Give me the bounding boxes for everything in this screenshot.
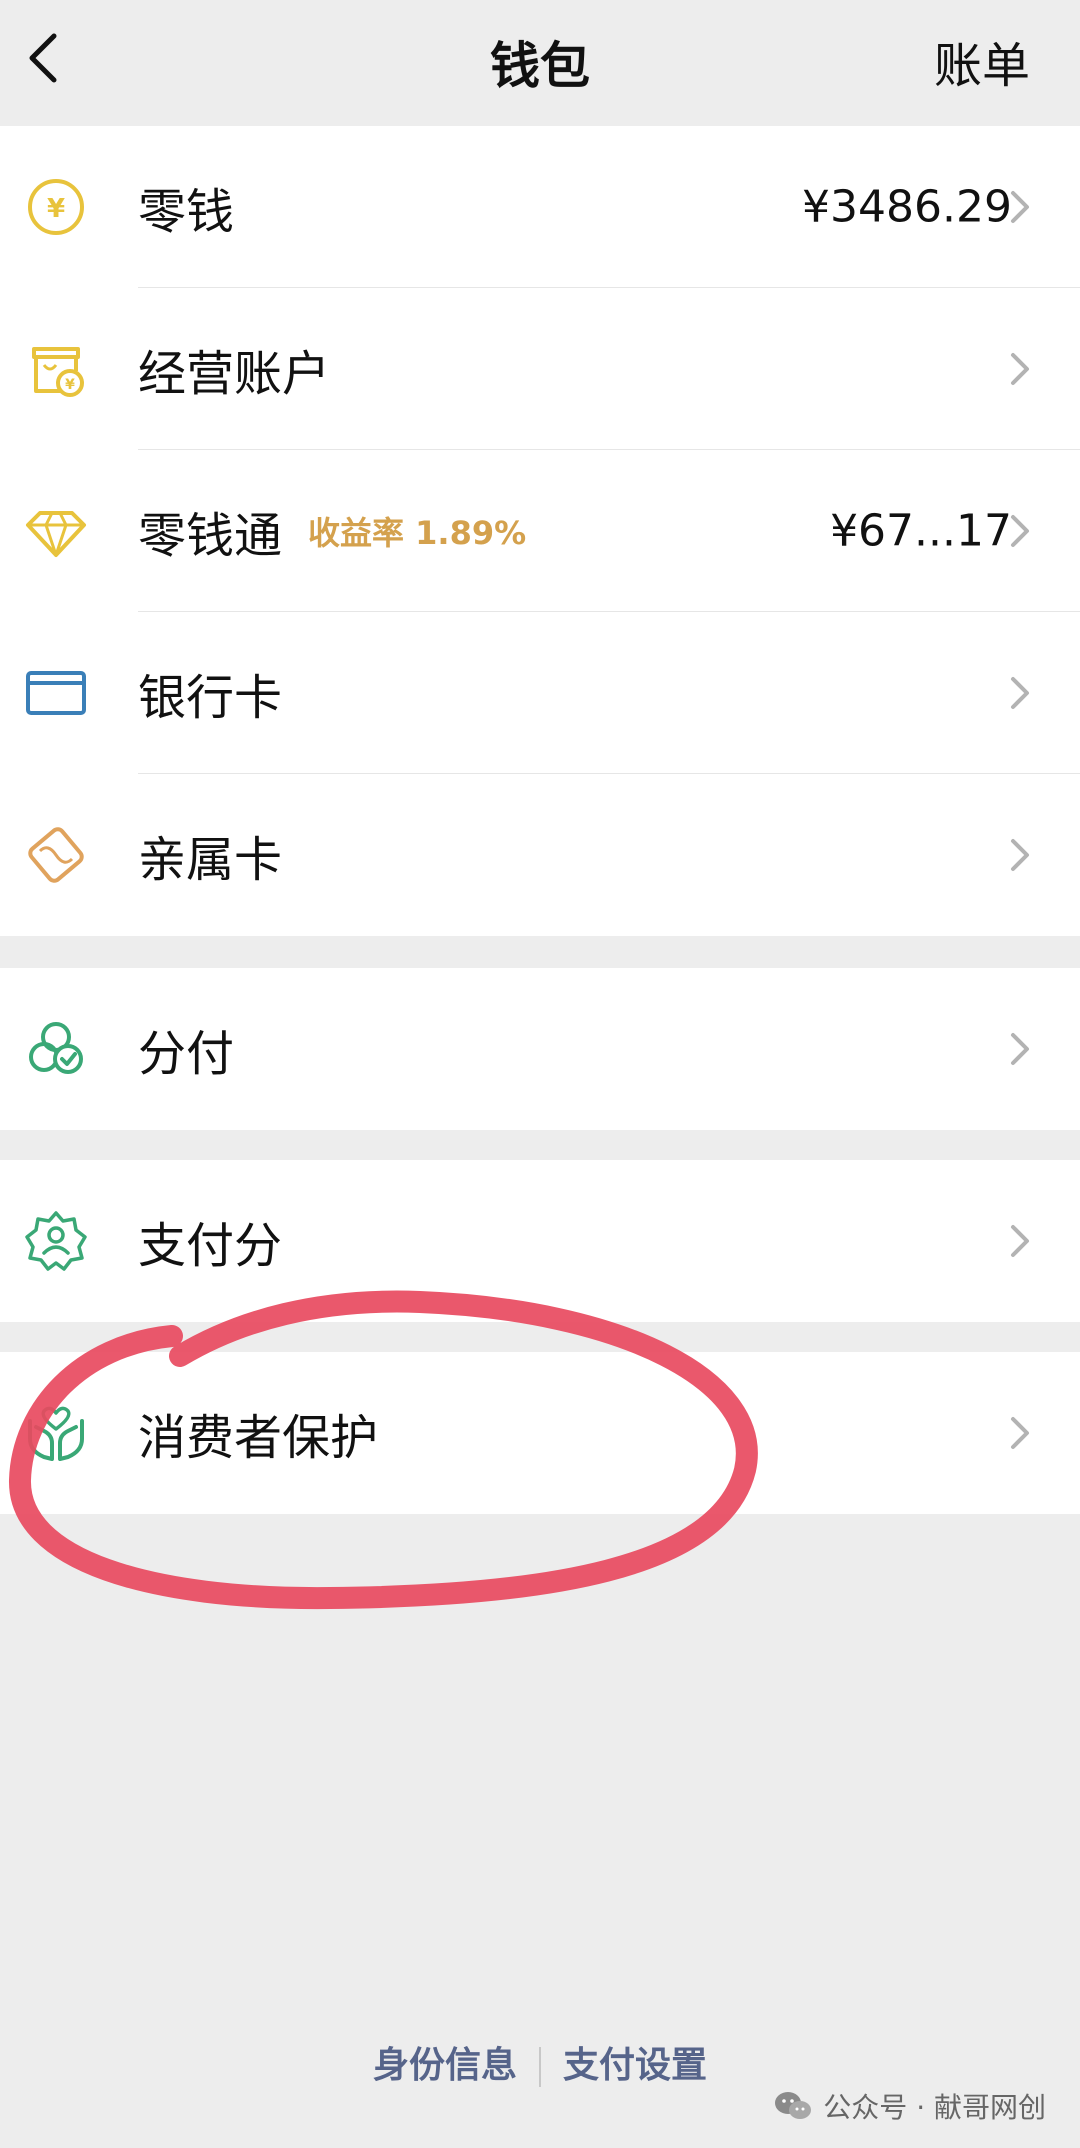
- row-label: 支付分: [138, 1218, 283, 1274]
- identity-info-link[interactable]: 身份信息: [351, 2036, 539, 2088]
- bill-button[interactable]: 账单: [934, 26, 1030, 96]
- watermark-text: 公众号 · 献哥网创: [823, 2091, 1046, 2124]
- row-label: 经营账户: [138, 346, 331, 402]
- row-business-account[interactable]: ¥ 经营账户: [0, 288, 1080, 450]
- installment-icon: [29, 1022, 83, 1074]
- row-label: 零钱通: [138, 508, 283, 564]
- row-label: 银行卡: [138, 670, 283, 726]
- consumer-protection-group: 消费者保护: [0, 1352, 1080, 1514]
- chevron-right-icon: [1011, 1225, 1029, 1257]
- shop-account-icon: ¥: [32, 347, 84, 397]
- installment-group: 分付: [0, 968, 1080, 1130]
- page-title: 钱包: [490, 37, 590, 95]
- svg-text:¥: ¥: [47, 194, 65, 224]
- row-family-card[interactable]: 亲属卡: [0, 774, 1080, 936]
- pay-score-icon: [25, 1211, 87, 1271]
- row-change-plus[interactable]: 零钱通 收益率 1.89% ¥67...17: [0, 450, 1080, 612]
- change-balance: ¥3486.29: [802, 181, 1012, 233]
- chevron-right-icon: [1011, 1033, 1029, 1065]
- row-label: 分付: [138, 1026, 235, 1082]
- payment-settings-link[interactable]: 支付设置: [541, 2036, 729, 2088]
- row-change[interactable]: ¥ 零钱 ¥3486.29: [0, 126, 1080, 288]
- row-installment[interactable]: 分付: [0, 968, 1080, 1130]
- wechat-icon: [775, 2092, 812, 2119]
- footer-links: 身份信息 支付设置: [0, 2036, 1080, 2088]
- nav-bar: 钱包 账单: [0, 0, 1080, 124]
- svg-text:¥: ¥: [65, 377, 75, 393]
- chevron-right-icon: [1011, 515, 1029, 547]
- family-card-icon: [28, 827, 84, 883]
- yuan-coin-icon: ¥: [28, 179, 84, 235]
- row-bank-card[interactable]: 银行卡: [0, 612, 1080, 774]
- row-label: 消费者保护: [138, 1410, 379, 1466]
- row-label: 亲属卡: [138, 832, 283, 888]
- chevron-right-icon: [1011, 839, 1029, 871]
- consumer-protection-icon: [28, 1406, 84, 1461]
- pay-score-group: 支付分: [0, 1160, 1080, 1322]
- chevron-right-icon: [1011, 677, 1029, 709]
- watermark: 公众号 · 献哥网创: [773, 2086, 1046, 2126]
- row-label: 零钱: [138, 184, 235, 240]
- yield-rate-badge: 收益率 1.89%: [308, 514, 527, 552]
- diamond-icon: [26, 511, 86, 557]
- bank-card-icon: [26, 671, 86, 715]
- chevron-right-icon: [1011, 1417, 1029, 1449]
- chevron-right-icon: [1011, 191, 1029, 223]
- chevron-right-icon: [1011, 353, 1029, 385]
- row-pay-score[interactable]: 支付分: [0, 1160, 1080, 1322]
- wallet-group: ¥ 零钱 ¥3486.29 ¥ 经营账户 零钱通 收益率 1.89% ¥67..…: [0, 126, 1080, 936]
- row-consumer-protection[interactable]: 消费者保护: [0, 1352, 1080, 1514]
- change-plus-balance: ¥67...17: [830, 505, 1012, 557]
